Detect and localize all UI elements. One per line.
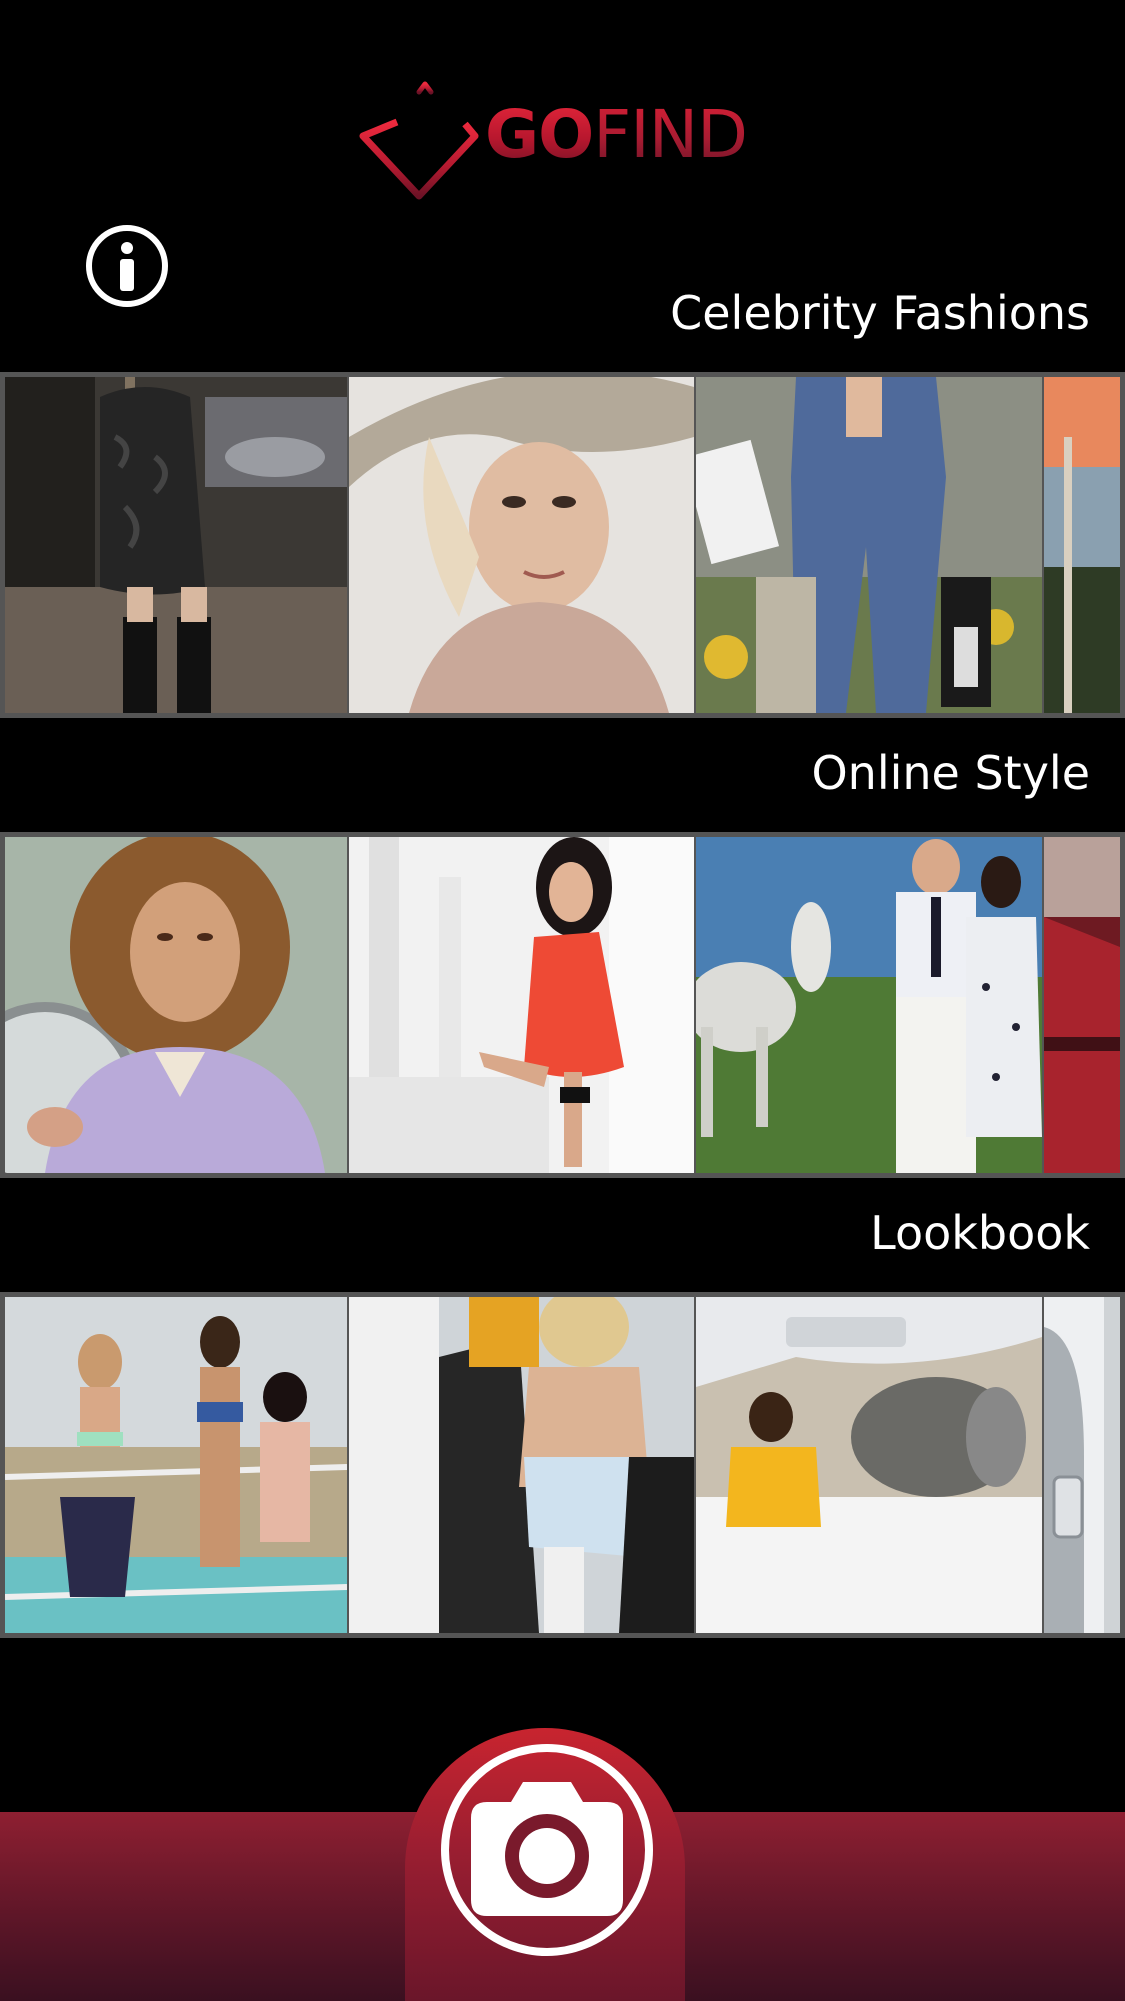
section-title-lookbook[interactable]: Lookbook bbox=[870, 1206, 1090, 1260]
carousel-image[interactable] bbox=[1044, 837, 1120, 1173]
info-button[interactable] bbox=[84, 223, 170, 309]
carousel-image[interactable] bbox=[696, 837, 1042, 1173]
logo-wordmark: GOFIND bbox=[485, 102, 748, 168]
diamond-logo-icon bbox=[359, 81, 479, 200]
section-title-online-style[interactable]: Online Style bbox=[811, 746, 1090, 800]
carousel-image[interactable] bbox=[5, 377, 347, 713]
gofind-logo: GOFIND bbox=[355, 78, 775, 208]
logo-find-text: FIND bbox=[593, 96, 748, 173]
carousel-image[interactable] bbox=[349, 837, 694, 1173]
section-title-celebrity-fashions[interactable]: Celebrity Fashions bbox=[670, 286, 1090, 340]
carousel-image[interactable] bbox=[349, 377, 694, 713]
carousel-image[interactable] bbox=[696, 377, 1042, 713]
info-circle-icon bbox=[86, 225, 168, 307]
camera-icon bbox=[441, 1744, 653, 1956]
lookbook-carousel[interactable] bbox=[0, 1292, 1125, 1638]
camera-button[interactable] bbox=[437, 1740, 657, 1960]
celebrity-fashions-carousel[interactable] bbox=[0, 372, 1125, 718]
logo-go-text: GO bbox=[485, 96, 594, 173]
carousel-image[interactable] bbox=[1044, 1297, 1120, 1633]
carousel-image[interactable] bbox=[349, 1297, 694, 1633]
online-style-carousel[interactable] bbox=[0, 832, 1125, 1178]
carousel-image[interactable] bbox=[5, 1297, 347, 1633]
carousel-image[interactable] bbox=[5, 837, 347, 1173]
carousel-image[interactable] bbox=[696, 1297, 1042, 1633]
carousel-image[interactable] bbox=[1044, 377, 1120, 713]
